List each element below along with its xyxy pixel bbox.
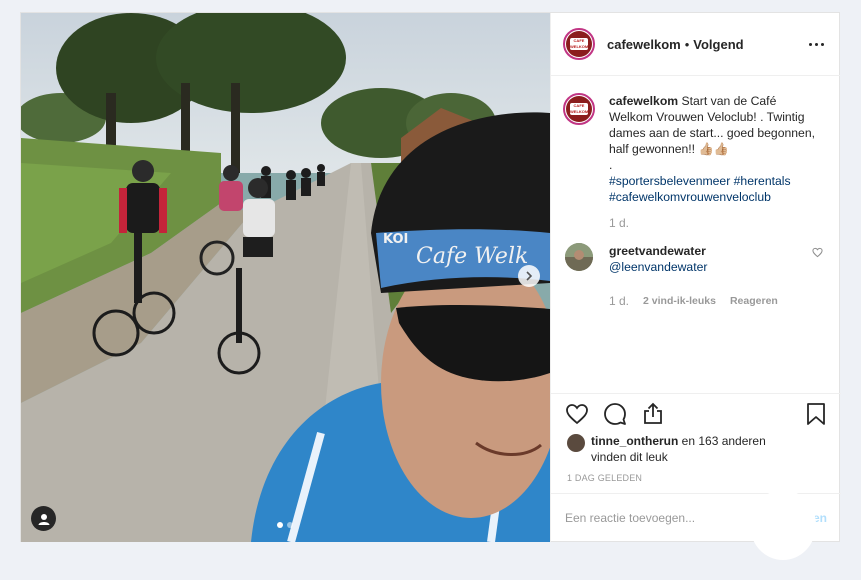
caption: CAFE WELKOM cafewelkom Start van de Café… <box>563 93 829 231</box>
likes-others[interactable]: en 163 anderen <box>678 434 766 448</box>
more-icon <box>809 42 812 46</box>
comment-item: greetvandewater @leenvandewater 1 d. 2 v… <box>563 243 829 309</box>
hashtag-link[interactable]: #cafewelkomvrouwenveloclub <box>609 190 771 204</box>
post-photo[interactable]: Cafe Welk KOI <box>21 13 550 542</box>
avatar-image: CAFE WELKOM <box>566 31 592 57</box>
post-timestamp[interactable]: 1 DAG GELEDEN <box>567 473 642 483</box>
comment-username[interactable]: greetvandewater <box>609 244 706 258</box>
liker-username[interactable]: tinne_ontherun <box>591 434 678 448</box>
share-icon <box>644 402 662 424</box>
user-tag-button[interactable] <box>31 506 56 531</box>
user-tag-icon <box>38 513 49 525</box>
comment-likes-count[interactable]: 2 vind-ik-leuks <box>643 293 716 309</box>
svg-text:Cafe Welk: Cafe Welk <box>416 244 528 269</box>
post-sidebar: CAFE WELKOM cafewelkom • Volgend CAFE WE… <box>550 13 841 542</box>
comments-section: CAFE WELKOM cafewelkom Start van de Café… <box>551 77 841 393</box>
post-actions-bar <box>551 393 841 433</box>
comment-body: greetvandewater @leenvandewater 1 d. 2 v… <box>609 243 778 309</box>
avatar-badge: CAFE WELKOM <box>570 103 589 115</box>
follow-status-button[interactable]: Volgend <box>693 37 743 52</box>
liker-avatar[interactable] <box>567 434 585 452</box>
comment-icon <box>604 402 626 425</box>
next-photo-button[interactable] <box>518 265 540 287</box>
comment-button[interactable] <box>603 402 627 426</box>
more-icon <box>821 42 824 46</box>
avatar-image: CAFE WELKOM <box>566 96 592 122</box>
overlay-blob <box>750 490 816 560</box>
caption-avatar[interactable]: CAFE WELKOM <box>563 93 595 125</box>
avatar-badge: CAFE WELKOM <box>570 38 589 50</box>
likes-text: tinne_ontherun en 163 anderen vinden dit… <box>591 433 766 465</box>
save-button[interactable] <box>805 402 827 426</box>
carousel-dot <box>287 522 293 528</box>
instagram-post: Cafe Welk KOI CAFE WELKOM cafewelkom • V… <box>20 12 841 542</box>
carousel-indicator <box>277 522 293 528</box>
like-button[interactable] <box>565 402 589 426</box>
header-username[interactable]: cafewelkom <box>607 37 681 52</box>
comment-time[interactable]: 1 d. <box>609 293 629 309</box>
avatar[interactable]: CAFE WELKOM <box>563 28 595 60</box>
carousel-dot-active <box>277 522 283 528</box>
more-icon <box>815 42 818 46</box>
header-separator: • <box>684 36 690 52</box>
bookmark-icon <box>807 402 825 425</box>
heart-icon <box>812 247 823 258</box>
post-header: CAFE WELKOM cafewelkom • Volgend <box>551 13 840 76</box>
caption-dot: . <box>609 158 613 172</box>
more-options-button[interactable] <box>805 39 828 50</box>
likes-suffix: vinden dit leuk <box>591 450 668 464</box>
hashtag-link[interactable]: #sportersbelevenmeer <box>609 174 730 188</box>
hashtag-link[interactable]: #herentals <box>734 174 791 188</box>
avatar-image <box>565 243 593 271</box>
comment-avatar[interactable] <box>565 243 593 271</box>
svg-text:KOI: KOI <box>383 232 408 247</box>
cycling-scene: Cafe Welk KOI <box>21 13 550 542</box>
heart-icon <box>566 403 588 424</box>
comment-like-button[interactable] <box>812 247 823 261</box>
reply-button[interactable]: Reageren <box>730 293 778 309</box>
comment-input[interactable] <box>565 511 765 525</box>
caption-time[interactable]: 1 d. <box>609 215 819 231</box>
comment-mention[interactable]: @leenvandewater <box>609 260 707 274</box>
likes-summary: tinne_ontherun en 163 anderen vinden dit… <box>567 433 766 465</box>
comment-actions: 1 d. 2 vind-ik-leuks Reageren <box>609 293 778 309</box>
share-button[interactable] <box>641 402 665 426</box>
caption-username[interactable]: cafewelkom <box>609 94 678 108</box>
chevron-right-icon <box>526 271 533 281</box>
caption-text: cafewelkom Start van de Café Welkom Vrou… <box>609 93 819 231</box>
